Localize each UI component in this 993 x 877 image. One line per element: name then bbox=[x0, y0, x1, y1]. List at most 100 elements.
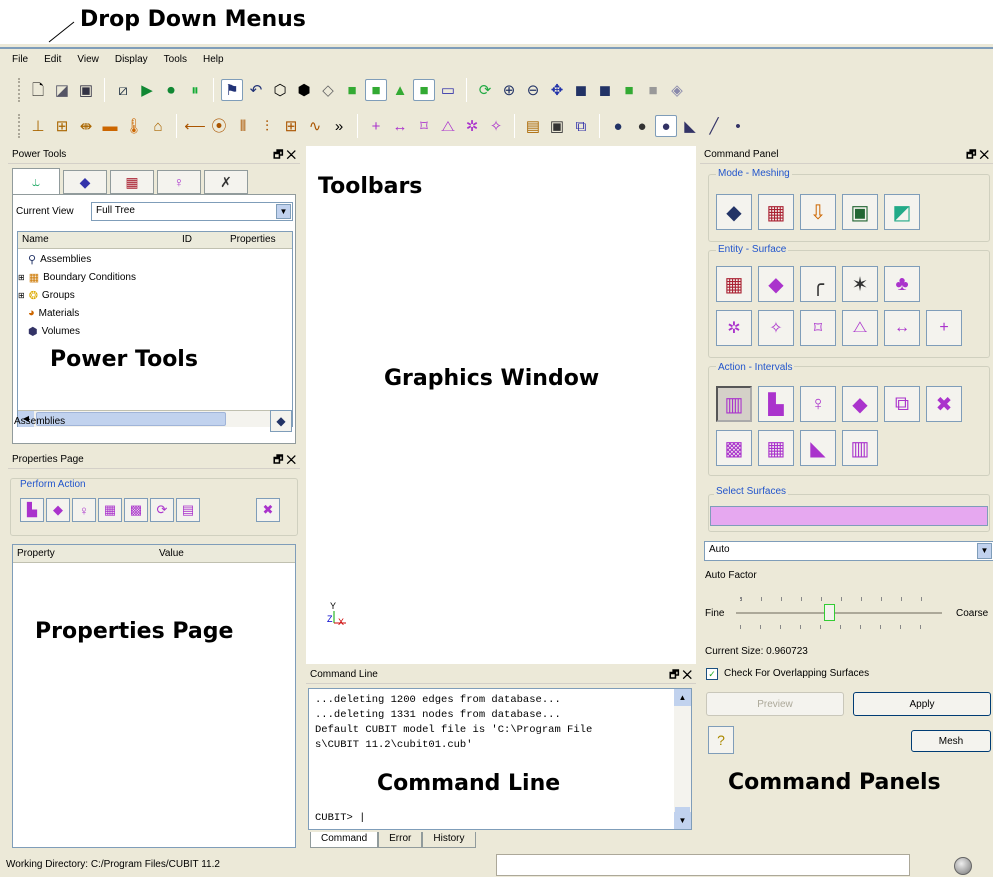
tab-history[interactable]: History bbox=[422, 832, 476, 848]
scroll-up-icon[interactable]: ▲ bbox=[674, 689, 691, 706]
pick-volume-icon[interactable]: ● bbox=[607, 115, 629, 137]
view-iso-icon[interactable]: ■ bbox=[618, 79, 640, 101]
journal-icon[interactable]: ⧄ bbox=[112, 79, 134, 101]
select-flag-icon[interactable]: ⚑ bbox=[221, 79, 243, 101]
assemblies-action-icon[interactable]: ◆ bbox=[270, 410, 292, 432]
wireframe-view-icon[interactable]: ⬡ bbox=[269, 79, 291, 101]
float-close-icon[interactable]: 🗗 ✕ bbox=[273, 146, 296, 164]
select-surface-icon[interactable]: ⌑ bbox=[413, 115, 435, 137]
entity-tri-icon[interactable]: ⧍ bbox=[842, 310, 878, 346]
interval-mode-dropdown[interactable]: Auto ▼ bbox=[704, 541, 993, 561]
wave-icon[interactable]: ∿ bbox=[304, 115, 326, 137]
mesh-tool-icon[interactable]: ⊞ bbox=[51, 115, 73, 137]
open-file-icon[interactable]: ◪ bbox=[51, 79, 73, 101]
action-delete-icon[interactable]: ✖ bbox=[926, 386, 962, 422]
view-window-icon[interactable]: ▭ bbox=[437, 79, 459, 101]
material-icon[interactable]: ▬ bbox=[99, 115, 121, 137]
current-view-dropdown[interactable]: Full Tree ▼ bbox=[91, 202, 293, 221]
select-vertex-icon[interactable]: + bbox=[365, 115, 387, 137]
select-surfaces-input[interactable] bbox=[710, 506, 988, 526]
column-property[interactable]: Property bbox=[17, 548, 55, 559]
menu-display[interactable]: Display bbox=[115, 54, 148, 65]
float-close-icon[interactable]: 🗗 ✕ bbox=[669, 666, 692, 684]
apply-button[interactable]: Apply bbox=[853, 692, 991, 716]
entity-edge-icon[interactable]: ↔ bbox=[884, 310, 920, 346]
tree-item-materials[interactable]: ◕ Materials bbox=[28, 307, 79, 319]
entity-vertex-icon[interactable]: ✶ bbox=[842, 266, 878, 302]
display-box-icon[interactable]: ▣ bbox=[546, 115, 568, 137]
menu-edit[interactable]: Edit bbox=[44, 54, 61, 65]
entity-node-icon[interactable]: ✧ bbox=[758, 310, 794, 346]
help-icon[interactable]: ? bbox=[708, 726, 734, 754]
action-quality-icon[interactable]: ▦ bbox=[758, 430, 794, 466]
pan-icon[interactable]: ✥ bbox=[546, 79, 568, 101]
action-smooth-icon[interactable]: ▩ bbox=[716, 430, 752, 466]
expand-icon[interactable]: ⊞ bbox=[18, 291, 25, 300]
action-refine-icon[interactable]: ◣ bbox=[800, 430, 836, 466]
mesh-action-icon[interactable]: ▦ bbox=[98, 498, 122, 522]
action-scheme-icon[interactable]: ♀ bbox=[800, 386, 836, 422]
vertical-scrollbar[interactable]: ▲ ▼ bbox=[674, 689, 691, 829]
align-left-icon[interactable]: ⦿ bbox=[208, 115, 230, 137]
entity-sweep-icon[interactable]: ✲ bbox=[716, 310, 752, 346]
action-intervals-icon[interactable]: ▥ bbox=[716, 386, 752, 422]
expand-icon[interactable]: ⊞ bbox=[18, 273, 25, 282]
tab-materials[interactable]: ♀ bbox=[157, 170, 201, 194]
mode-geometry-icon[interactable]: ◆ bbox=[716, 194, 752, 230]
shaded-icon[interactable]: ■ bbox=[341, 79, 363, 101]
tree-item-boundary-conditions[interactable]: ⊞ ▦ Boundary Conditions bbox=[18, 271, 136, 284]
select-body-icon[interactable]: ✲ bbox=[461, 115, 483, 137]
pause-icon[interactable]: ⏸ bbox=[184, 79, 206, 101]
slider-thumb[interactable] bbox=[823, 604, 835, 621]
auto-factor-slider[interactable] bbox=[736, 604, 942, 621]
align-center-icon[interactable]: ⫶ bbox=[256, 115, 278, 137]
mode-mesh-icon[interactable]: ▦ bbox=[758, 194, 794, 230]
align-right-icon[interactable]: ⫴ bbox=[232, 115, 254, 137]
record-icon[interactable]: ⏺ bbox=[160, 79, 182, 101]
quality-icon[interactable]: ▤ bbox=[176, 498, 200, 522]
play-journal-icon[interactable]: ▶ bbox=[136, 79, 158, 101]
entity-point-icon[interactable]: + bbox=[926, 310, 962, 346]
geometry-icon[interactable]: ⊥ bbox=[27, 115, 49, 137]
action-boundary-layer-icon[interactable]: ▥ bbox=[842, 430, 878, 466]
chevron-down-icon[interactable]: ▼ bbox=[977, 543, 992, 559]
new-file-icon[interactable]: 🗋 bbox=[27, 79, 49, 101]
preview-button[interactable]: Preview bbox=[706, 692, 844, 716]
select-group-icon[interactable]: ✧ bbox=[485, 115, 507, 137]
save-icon[interactable]: ▣ bbox=[75, 79, 97, 101]
view-front-icon[interactable]: ◼ bbox=[594, 79, 616, 101]
float-close-icon[interactable]: 🗗 ✕ bbox=[273, 451, 296, 469]
action-surface-mesh-icon[interactable]: ◆ bbox=[842, 386, 878, 422]
grid-icon[interactable]: ⊞ bbox=[280, 115, 302, 137]
surface-icon[interactable]: ◆ bbox=[46, 498, 70, 522]
zoom-out-icon[interactable]: ⊖ bbox=[522, 79, 544, 101]
action-copy-icon[interactable]: ⧉ bbox=[884, 386, 920, 422]
action-size-icon[interactable]: ▙ bbox=[758, 386, 794, 422]
column-properties[interactable]: Properties bbox=[230, 234, 276, 245]
menu-tools[interactable]: Tools bbox=[164, 54, 187, 65]
mode-export-icon[interactable]: ▣ bbox=[842, 194, 878, 230]
graphics-window[interactable]: Graphics Window Y Z X bbox=[306, 146, 696, 664]
view-reset-icon[interactable]: ◈ bbox=[666, 79, 688, 101]
zoom-in-icon[interactable]: ⊕ bbox=[498, 79, 520, 101]
select-curve-icon[interactable]: ↔ bbox=[389, 115, 411, 137]
mesh-button[interactable]: Mesh bbox=[911, 730, 991, 752]
scroll-down-icon[interactable]: ▼ bbox=[674, 812, 691, 829]
hidden-line-icon[interactable]: ⬢ bbox=[293, 79, 315, 101]
mode-boundary-icon[interactable]: ⇩ bbox=[800, 194, 836, 230]
column-id[interactable]: ID bbox=[182, 234, 192, 245]
boundary-icon[interactable]: ⇼ bbox=[75, 115, 97, 137]
scheme-icon[interactable]: ♀ bbox=[72, 498, 96, 522]
more-tools-icon[interactable]: » bbox=[328, 115, 350, 137]
tree-item-groups[interactable]: ⊞ ❂ Groups bbox=[18, 289, 75, 302]
pick-curve-icon[interactable]: ╱ bbox=[703, 115, 725, 137]
entity-curve-icon[interactable]: ╭ bbox=[800, 266, 836, 302]
tab-tree[interactable]: ⥿ bbox=[12, 168, 60, 194]
smooth-icon[interactable]: ▩ bbox=[124, 498, 148, 522]
tab-mesh[interactable]: ▦ bbox=[110, 170, 154, 194]
entity-group-icon[interactable]: ♣ bbox=[884, 266, 920, 302]
view-gray-icon[interactable]: ■ bbox=[642, 79, 664, 101]
entity-surface-icon[interactable]: ◆ bbox=[758, 266, 794, 302]
analysis-icon[interactable]: ⌂ bbox=[147, 115, 169, 137]
tree-item-assemblies[interactable]: ⚲ Assemblies bbox=[28, 253, 91, 266]
